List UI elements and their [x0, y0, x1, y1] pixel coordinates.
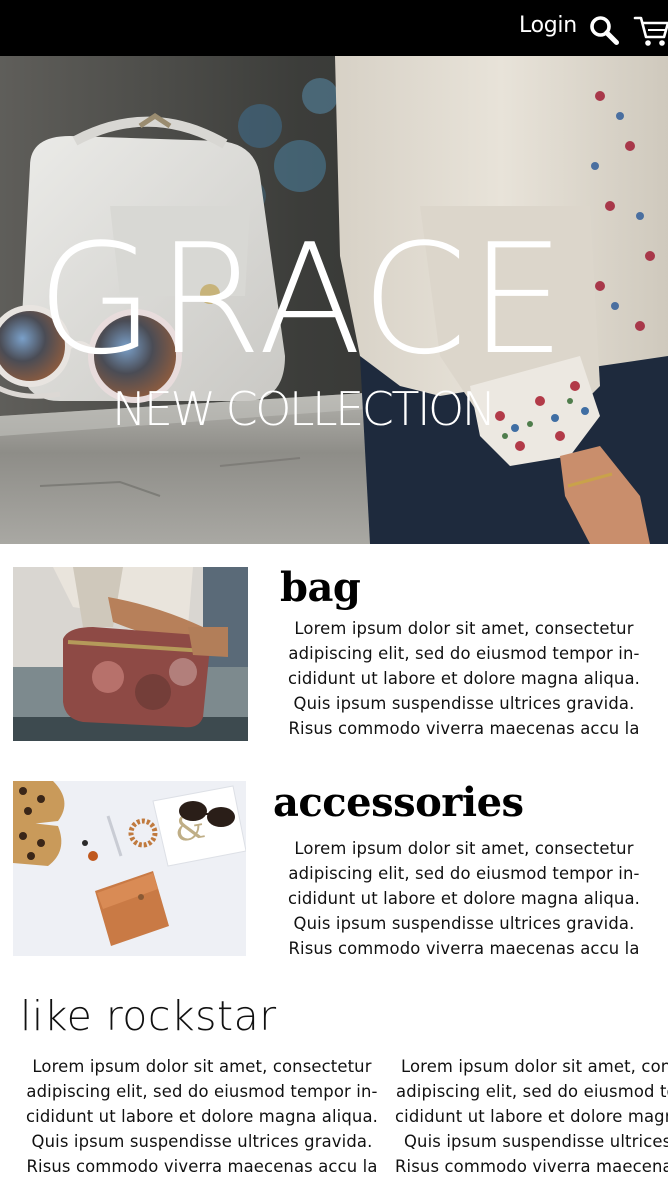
top-navigation-bar: Login: [0, 0, 668, 56]
description-line: adipiscing elit, sed do eiusmod tempor i…: [396, 1082, 668, 1101]
rockstar-column-2: Lorem ipsum dolor sit amet, consectetur …: [392, 1054, 668, 1179]
description-line: Quis ipsum suspendisse ultrices gravida.: [293, 694, 635, 713]
hero-subtitle: NEW COLLECTION: [112, 382, 496, 436]
description-line: Lorem ipsum dolor sit amet, consectetur: [401, 1057, 668, 1076]
cart-icon[interactable]: [633, 13, 668, 47]
description-line: Lorem ipsum dolor sit amet, consectetur: [294, 619, 634, 638]
description-line: adipiscing elit, sed do eiusmod tempor i…: [288, 864, 640, 883]
hero-title: GRACE: [36, 211, 568, 388]
description-line: adipiscing elit, sed do eiusmod tempor i…: [26, 1082, 378, 1101]
description-line: cididunt ut labore et dolore magna aliqu…: [395, 1107, 668, 1126]
description-line: Risus commodo viverra maecenas accu la: [288, 939, 640, 958]
accessories-category-title[interactable]: accessories: [273, 783, 524, 823]
description-line: Risus commodo viverra maecenas accu la: [288, 719, 640, 738]
bag-category-image[interactable]: [13, 567, 248, 741]
hero-banner: GRACE NEW COLLECTION: [0, 56, 668, 544]
accessories-category-image[interactable]: &: [13, 781, 246, 956]
bag-category-title[interactable]: bag: [280, 568, 361, 608]
rockstar-section-heading: like rockstar: [20, 992, 277, 1040]
search-icon[interactable]: [588, 14, 620, 46]
description-line: Quis ipsum suspendisse ultrices gravida.: [31, 1132, 373, 1151]
description-line: adipiscing elit, sed do eiusmod tempor i…: [288, 644, 640, 663]
login-link[interactable]: Login: [519, 13, 577, 38]
description-line: Risus commodo viverra maecenas accu la: [26, 1157, 378, 1176]
description-line: Quis ipsum suspendisse ultrices gravida.: [293, 914, 635, 933]
description-line: cididunt ut labore et dolore magna aliqu…: [287, 889, 641, 908]
description-line: Risus commodo viverra maecenas accu la: [395, 1157, 668, 1176]
accessories-category-description: Lorem ipsum dolor sit amet, consectetur …: [272, 836, 656, 961]
rockstar-column-1: Lorem ipsum dolor sit amet, consectetur …: [12, 1054, 392, 1179]
description-line: Quis ipsum suspendisse ultrices gravida.: [404, 1132, 668, 1151]
bag-category-description: Lorem ipsum dolor sit amet, consectetur …: [272, 616, 656, 741]
description-line: cididunt ut labore et dolore magna aliqu…: [287, 669, 641, 688]
description-line: Lorem ipsum dolor sit amet, consectetur: [294, 839, 634, 858]
description-line: Lorem ipsum dolor sit amet, consectetur: [32, 1057, 372, 1076]
description-line: cididunt ut labore et dolore magna aliqu…: [25, 1107, 379, 1126]
